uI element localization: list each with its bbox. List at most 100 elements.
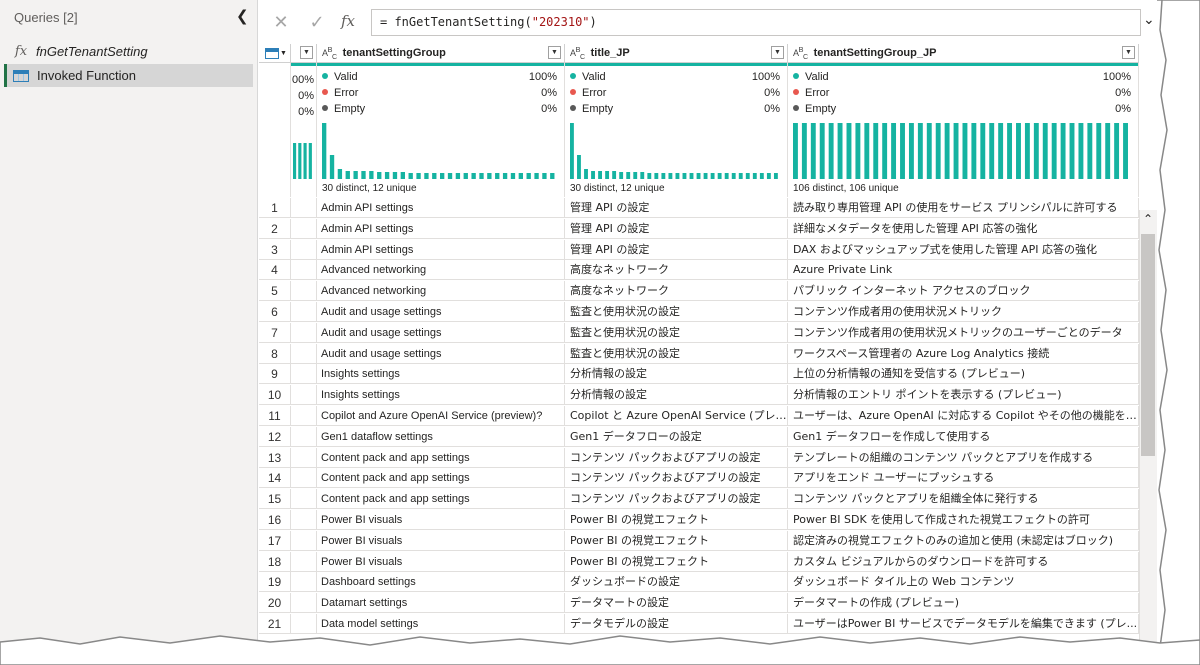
row-number[interactable]: 13 bbox=[259, 447, 291, 468]
column-header-tenantsettinggroup-jp[interactable]: ABC tenantSettingGroup_JP ▼ bbox=[788, 44, 1139, 63]
scroll-up-icon[interactable]: ⌃ bbox=[1139, 212, 1157, 228]
row-number[interactable]: 12 bbox=[259, 426, 291, 447]
cell-tenantsettinggroup-jp[interactable]: ユーザーは、Azure OpenAI に対応する Copilot やその他の機能… bbox=[788, 406, 1139, 426]
cell-tenantsettinggroup-jp[interactable]: アプリをエンド ユーザーにプッシュする bbox=[788, 468, 1139, 489]
partial-cell[interactable] bbox=[291, 447, 317, 468]
collapse-pane-icon[interactable]: ❮ bbox=[236, 7, 250, 25]
row-number[interactable]: 9 bbox=[259, 364, 291, 385]
cell-title-jp[interactable]: データマートの設定 bbox=[565, 593, 788, 614]
query-item-invoked-function[interactable]: Invoked Function bbox=[4, 64, 253, 87]
partial-cell[interactable] bbox=[291, 572, 317, 593]
cell-tenantsettinggroup[interactable]: Audit and usage settings bbox=[317, 343, 565, 364]
partial-cell[interactable] bbox=[291, 260, 317, 281]
expand-formula-icon[interactable]: ⌄ bbox=[1143, 12, 1155, 28]
cell-tenantsettinggroup[interactable]: Insights settings bbox=[317, 385, 565, 406]
cell-tenantsettinggroup-jp[interactable]: 読み取り専用管理 API の使用をサービス プリンシパルに許可する bbox=[788, 198, 1139, 218]
cell-tenantsettinggroup[interactable]: Content pack and app settings bbox=[317, 447, 565, 468]
partial-cell[interactable] bbox=[291, 510, 317, 530]
cell-title-jp[interactable]: ダッシュボードの設定 bbox=[565, 572, 788, 593]
row-number[interactable]: 17 bbox=[259, 530, 291, 551]
column-header-partial[interactable]: ▼ bbox=[291, 44, 317, 63]
table-menu-button[interactable]: ▼ bbox=[259, 44, 291, 63]
column-header-title-jp[interactable]: ABC title_JP ▼ bbox=[565, 44, 788, 63]
cell-tenantsettinggroup[interactable]: Dashboard settings bbox=[317, 572, 565, 593]
column-filter-dropdown[interactable]: ▼ bbox=[1122, 46, 1135, 59]
cell-tenantsettinggroup-jp[interactable]: コンテンツ作成者用の使用状況メトリック bbox=[788, 302, 1139, 322]
cell-title-jp[interactable]: Gen1 データフローの設定 bbox=[565, 426, 788, 447]
cell-tenantsettinggroup[interactable]: Advanced networking bbox=[317, 260, 565, 281]
partial-cell[interactable] bbox=[291, 468, 317, 489]
partial-cell[interactable] bbox=[291, 322, 317, 343]
partial-cell[interactable] bbox=[291, 218, 317, 239]
cell-tenantsettinggroup-jp[interactable]: ダッシュボード タイル上の Web コンテンツ bbox=[788, 572, 1139, 593]
partial-cell[interactable] bbox=[291, 530, 317, 551]
partial-cell[interactable] bbox=[291, 198, 317, 218]
cell-tenantsettinggroup-jp[interactable]: 認定済みの視覚エフェクトのみの追加と使用 (未認定はブロック) bbox=[788, 530, 1139, 551]
cell-tenantsettinggroup[interactable]: Audit and usage settings bbox=[317, 302, 565, 322]
column-header-tenantsettinggroup[interactable]: ABC tenantSettingGroup ▼ bbox=[317, 44, 565, 63]
row-number[interactable]: 11 bbox=[259, 406, 291, 426]
row-number[interactable]: 20 bbox=[259, 593, 291, 614]
row-number[interactable]: 18 bbox=[259, 551, 291, 572]
cell-tenantsettinggroup[interactable]: Admin API settings bbox=[317, 239, 565, 260]
partial-cell[interactable] bbox=[291, 406, 317, 426]
row-number[interactable]: 8 bbox=[259, 343, 291, 364]
cell-tenantsettinggroup[interactable]: Insights settings bbox=[317, 364, 565, 385]
row-number[interactable]: 5 bbox=[259, 281, 291, 302]
cell-tenantsettinggroup-jp[interactable]: Power BI SDK を使用して作成された視覚エフェクトの許可 bbox=[788, 510, 1139, 530]
row-number[interactable]: 4 bbox=[259, 260, 291, 281]
partial-cell[interactable] bbox=[291, 239, 317, 260]
row-number[interactable]: 19 bbox=[259, 572, 291, 593]
cell-tenantsettinggroup[interactable]: Gen1 dataflow settings bbox=[317, 426, 565, 447]
cell-title-jp[interactable]: Power BI の視覚エフェクト bbox=[565, 510, 788, 530]
cell-tenantsettinggroup-jp[interactable]: データマートの作成 (プレビュー) bbox=[788, 593, 1139, 614]
partial-cell[interactable] bbox=[291, 364, 317, 385]
cell-tenantsettinggroup[interactable]: Audit and usage settings bbox=[317, 322, 565, 343]
row-number[interactable]: 1 bbox=[259, 198, 291, 218]
cell-tenantsettinggroup-jp[interactable]: パブリック インターネット アクセスのブロック bbox=[788, 281, 1139, 302]
partial-cell[interactable] bbox=[291, 302, 317, 322]
cancel-formula-icon[interactable]: ✕ bbox=[269, 12, 293, 33]
partial-cell[interactable] bbox=[291, 343, 317, 364]
cell-title-jp[interactable]: 高度なネットワーク bbox=[565, 281, 788, 302]
cell-tenantsettinggroup[interactable]: Admin API settings bbox=[317, 218, 565, 239]
cell-title-jp[interactable]: コンテンツ パックおよびアプリの設定 bbox=[565, 489, 788, 510]
row-number[interactable]: 3 bbox=[259, 239, 291, 260]
cell-tenantsettinggroup[interactable]: Power BI visuals bbox=[317, 551, 565, 572]
cell-tenantsettinggroup-jp[interactable]: コンテンツ パックとアプリを組織全体に発行する bbox=[788, 489, 1139, 510]
cell-tenantsettinggroup-jp[interactable]: DAX およびマッシュアップ式を使用した管理 API 応答の強化 bbox=[788, 239, 1139, 260]
cell-title-jp[interactable]: 監査と使用状況の設定 bbox=[565, 322, 788, 343]
partial-cell[interactable] bbox=[291, 593, 317, 614]
partial-cell[interactable] bbox=[291, 426, 317, 447]
cell-title-jp[interactable]: コンテンツ パックおよびアプリの設定 bbox=[565, 447, 788, 468]
cell-tenantsettinggroup[interactable]: Admin API settings bbox=[317, 198, 565, 218]
cell-tenantsettinggroup[interactable]: Content pack and app settings bbox=[317, 468, 565, 489]
cell-title-jp[interactable]: 分析情報の設定 bbox=[565, 364, 788, 385]
row-number[interactable]: 7 bbox=[259, 322, 291, 343]
fx-icon[interactable]: fx bbox=[341, 12, 355, 30]
cell-tenantsettinggroup-jp[interactable]: 詳細なメタデータを使用した管理 API 応答の強化 bbox=[788, 218, 1139, 239]
query-item-fngettenantsetting[interactable]: fx fnGetTenantSetting bbox=[4, 40, 253, 63]
cell-tenantsettinggroup-jp[interactable]: Gen1 データフローを作成して使用する bbox=[788, 426, 1139, 447]
row-number[interactable]: 14 bbox=[259, 468, 291, 489]
column-filter-dropdown[interactable]: ▼ bbox=[771, 46, 784, 59]
row-number[interactable]: 10 bbox=[259, 385, 291, 406]
cell-tenantsettinggroup-jp[interactable]: カスタム ビジュアルからのダウンロードを許可する bbox=[788, 551, 1139, 572]
column-filter-dropdown[interactable]: ▼ bbox=[300, 46, 313, 59]
partial-cell[interactable] bbox=[291, 281, 317, 302]
cell-tenantsettinggroup[interactable]: Datamart settings bbox=[317, 593, 565, 614]
cell-tenantsettinggroup[interactable]: Copilot and Azure OpenAI Service (previe… bbox=[317, 406, 565, 426]
cell-tenantsettinggroup-jp[interactable]: コンテンツ作成者用の使用状況メトリックのユーザーごとのデータ bbox=[788, 322, 1139, 343]
cell-title-jp[interactable]: 管理 API の設定 bbox=[565, 218, 788, 239]
cell-tenantsettinggroup-jp[interactable]: テンプレートの組織のコンテンツ パックとアプリを作成する bbox=[788, 447, 1139, 468]
formula-input[interactable]: = fnGetTenantSetting("202310") bbox=[371, 9, 1141, 36]
cell-tenantsettinggroup-jp[interactable]: 分析情報のエントリ ポイントを表示する (プレビュー) bbox=[788, 385, 1139, 406]
commit-formula-icon[interactable]: ✓ bbox=[305, 12, 329, 33]
column-filter-dropdown[interactable]: ▼ bbox=[548, 46, 561, 59]
cell-title-jp[interactable]: 監査と使用状況の設定 bbox=[565, 302, 788, 322]
scrollbar-thumb[interactable] bbox=[1141, 234, 1155, 456]
cell-title-jp[interactable]: 管理 API の設定 bbox=[565, 239, 788, 260]
cell-tenantsettinggroup-jp[interactable]: Azure Private Link bbox=[788, 260, 1139, 281]
cell-title-jp[interactable]: Power BI の視覚エフェクト bbox=[565, 551, 788, 572]
partial-cell[interactable] bbox=[291, 385, 317, 406]
